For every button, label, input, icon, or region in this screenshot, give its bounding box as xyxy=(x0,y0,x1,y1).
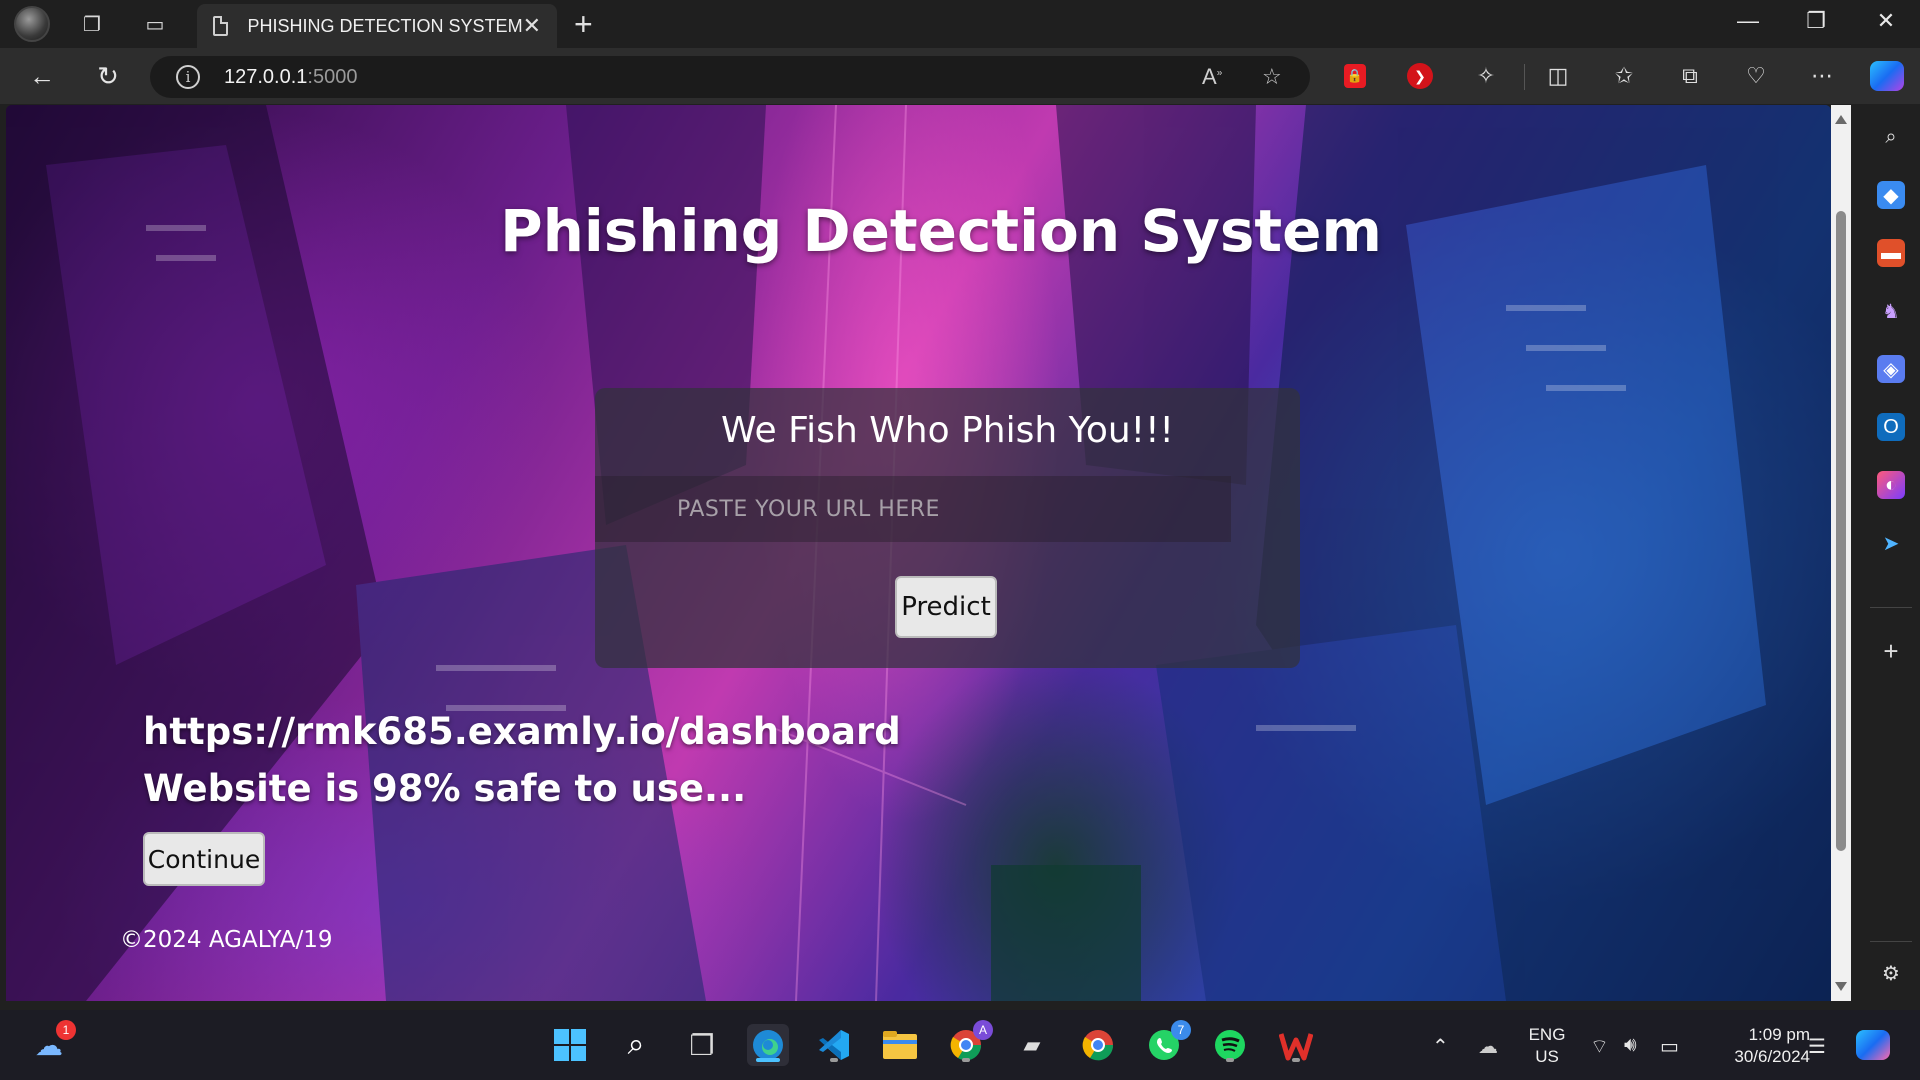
address-toolbar: ← ↻ i 127.0.0.1:5000 A» ☆ 🔒 ❯ ✧ ◫ ✩ ⧉ ♡ … xyxy=(0,48,1920,104)
back-button[interactable]: ← xyxy=(24,60,60,92)
running-app-indicator xyxy=(962,1058,970,1062)
search-icon[interactable]: ⌕ xyxy=(1877,123,1905,151)
drop-send-icon[interactable]: ➤ xyxy=(1877,529,1905,557)
games-icon[interactable]: ♞ xyxy=(1877,297,1905,325)
clock[interactable]: 1:09 pm 30/6/2024 xyxy=(1702,1024,1810,1068)
keyboard-region: US xyxy=(1535,1047,1559,1066)
add-sidebar-app-icon[interactable]: + xyxy=(1877,636,1905,666)
volume-icon[interactable]: 🔊︎ xyxy=(1624,1034,1637,1057)
taskbar-search-icon[interactable]: ⌕ xyxy=(615,1024,657,1066)
copilot-taskbar-icon[interactable] xyxy=(1852,1024,1894,1066)
extension-red-arrow-icon[interactable]: ❯ xyxy=(1403,59,1437,93)
copilot-icon[interactable] xyxy=(1870,59,1904,93)
whatsapp-icon[interactable]: 7 xyxy=(1143,1020,1191,1066)
edge-browser-icon[interactable] xyxy=(747,1024,789,1066)
page-icon xyxy=(213,16,228,36)
battery-icon[interactable]: ▭ xyxy=(1660,1034,1679,1059)
widgets-weather-icon[interactable]: ☁ 1 xyxy=(28,1020,76,1066)
tools-briefcase-icon[interactable]: ▬ xyxy=(1877,239,1905,267)
extensions-puzzle-icon[interactable]: ✧ xyxy=(1469,59,1503,93)
clock-date: 30/6/2024 xyxy=(1734,1047,1810,1066)
footer-copyright: ©2024 AGALYA/19 xyxy=(120,927,333,953)
site-info-icon[interactable]: i xyxy=(176,65,200,89)
running-app-indicator xyxy=(830,1058,838,1062)
browser-title-bar: ❐ ▭ PHISHING DETECTION SYSTEM ✕ + — ❐ ✕ xyxy=(0,0,1920,48)
notification-badge: 1 xyxy=(56,1020,76,1040)
chrome-icon[interactable] xyxy=(1077,1024,1119,1066)
designer-icon[interactable]: ◐ xyxy=(1877,471,1905,499)
edge-sidebar: ⌕ ◆ ▬ ♞ ◈ O ◐ ➤ + ⚙ xyxy=(1862,105,1920,1001)
whatsapp-badge: 7 xyxy=(1171,1020,1191,1040)
url-check-card: We Fish Who Phish You!!! Predict xyxy=(595,388,1300,668)
close-tab-icon[interactable]: ✕ xyxy=(523,13,541,39)
chrome-profile-icon[interactable]: A xyxy=(945,1020,993,1066)
url-input[interactable] xyxy=(595,476,1231,542)
onedrive-icon[interactable]: ☁ xyxy=(1478,1034,1498,1059)
wps-office-icon[interactable] xyxy=(1275,1024,1317,1066)
page-scrollbar[interactable] xyxy=(1831,105,1851,1001)
active-app-indicator xyxy=(756,1058,780,1062)
chrome-profile-badge: A xyxy=(973,1020,993,1040)
shopping-tag-icon[interactable]: ◆ xyxy=(1877,181,1905,209)
minimize-button[interactable]: — xyxy=(1728,8,1768,34)
split-screen-icon[interactable]: ◫ xyxy=(1541,59,1575,93)
continue-button[interactable]: Continue xyxy=(143,832,265,886)
sidebar-divider xyxy=(1870,941,1912,942)
start-windows-icon[interactable] xyxy=(549,1024,591,1066)
scroll-down-arrow-icon[interactable] xyxy=(1835,982,1847,991)
more-menu-icon[interactable]: ⋯ xyxy=(1805,59,1839,93)
tab-title: PHISHING DETECTION SYSTEM xyxy=(247,15,523,36)
favorite-star-icon[interactable]: ☆ xyxy=(1262,64,1282,90)
tab-actions-icon[interactable]: ▭ xyxy=(141,10,169,38)
spotify-icon[interactable] xyxy=(1209,1024,1251,1066)
files-app-icon[interactable]: ▰ xyxy=(1011,1024,1053,1066)
scroll-up-arrow-icon[interactable] xyxy=(1835,115,1847,124)
microsoft365-icon[interactable]: ◈ xyxy=(1877,355,1905,383)
vscode-icon[interactable] xyxy=(813,1024,855,1066)
file-explorer-icon[interactable] xyxy=(879,1024,921,1066)
page-viewport: Phishing Detection System We Fish Who Ph… xyxy=(6,105,1831,1001)
url-port: :5000 xyxy=(307,66,358,88)
address-bar[interactable]: i 127.0.0.1:5000 A» ☆ xyxy=(150,56,1310,98)
collections-icon[interactable]: ⧉ xyxy=(1673,59,1707,93)
read-aloud-icon[interactable]: A» xyxy=(1202,64,1222,90)
running-app-indicator xyxy=(1292,1058,1300,1062)
clock-time: 1:09 pm xyxy=(1748,1025,1810,1044)
predict-button[interactable]: Predict xyxy=(895,576,997,638)
extension-adblock-icon[interactable]: 🔒 xyxy=(1338,59,1372,93)
workspaces-icon[interactable]: ❐ xyxy=(78,10,106,38)
browser-essentials-icon[interactable]: ♡ xyxy=(1739,59,1773,93)
sidebar-settings-gear-icon[interactable]: ⚙ xyxy=(1877,959,1905,987)
result-message: Website is 98% safe to use... xyxy=(143,767,747,810)
task-view-icon[interactable]: ❐ xyxy=(681,1024,723,1066)
new-tab-button[interactable]: + xyxy=(574,6,593,43)
restore-button[interactable]: ❐ xyxy=(1796,8,1836,34)
language-indicator[interactable]: ENG US xyxy=(1522,1024,1572,1068)
result-url: https://rmk685.examly.io/dashboard xyxy=(143,710,901,753)
language-code: ENG xyxy=(1528,1025,1566,1044)
wifi-icon[interactable]: ⌔ xyxy=(1590,1034,1609,1059)
card-heading: We Fish Who Phish You!!! xyxy=(721,410,1174,451)
favorites-icon[interactable]: ✩ xyxy=(1607,59,1641,93)
sidebar-divider xyxy=(1870,607,1912,608)
url-text[interactable]: 127.0.0.1:5000 xyxy=(224,66,357,89)
page-title: Phishing Detection System xyxy=(500,197,1382,265)
notifications-bell-icon[interactable]: ☰ xyxy=(1808,1034,1826,1059)
running-app-indicator xyxy=(1226,1058,1234,1062)
toolbar-divider xyxy=(1524,64,1525,90)
profile-avatar[interactable] xyxy=(14,6,50,42)
scrollbar-thumb[interactable] xyxy=(1836,211,1846,851)
outlook-icon[interactable]: O xyxy=(1877,413,1905,441)
tab-active[interactable]: PHISHING DETECTION SYSTEM ✕ xyxy=(197,4,557,48)
close-window-button[interactable]: ✕ xyxy=(1866,8,1906,34)
windows-taskbar: ☁ 1 ⌕ ❐ A ▰ 7 ⌃ ☁ ENG US ⌔ 🔊︎ ▭ 1:09 pm … xyxy=(0,1010,1920,1080)
url-host: 127.0.0.1 xyxy=(224,66,308,88)
refresh-button[interactable]: ↻ xyxy=(90,60,126,92)
show-hidden-icons-chevron-icon[interactable]: ⌃ xyxy=(1432,1034,1449,1059)
